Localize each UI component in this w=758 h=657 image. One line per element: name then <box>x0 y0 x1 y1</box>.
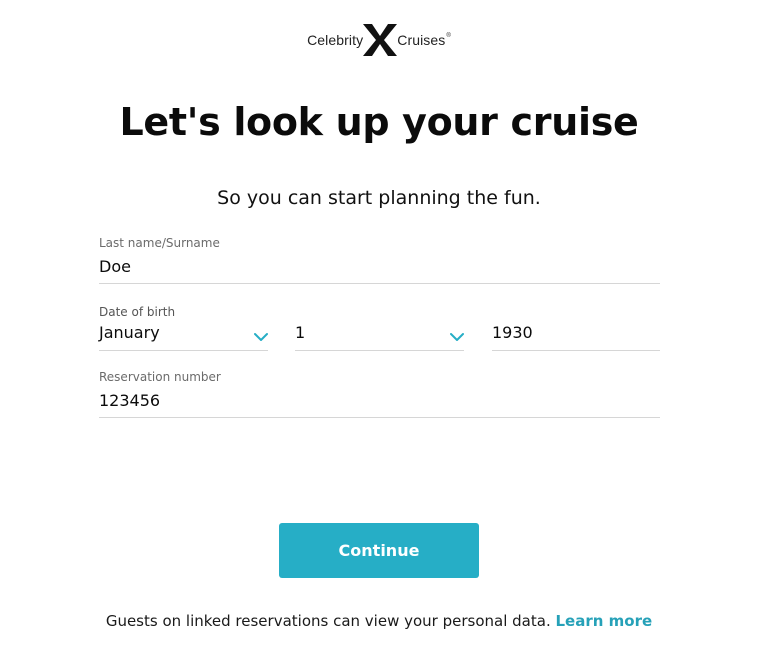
dob-day-underline <box>295 350 464 351</box>
reservation-number-underline <box>99 417 660 418</box>
reservation-number-input[interactable] <box>99 390 659 412</box>
last-name-label: Last name/Surname <box>99 236 220 250</box>
logo-x-icon <box>363 24 398 56</box>
last-name-input[interactable] <box>99 256 659 278</box>
brand-logo[interactable]: Celebrity Cruises ® <box>0 22 758 58</box>
dob-year-underline <box>492 350 660 351</box>
dob-day-value: 1 <box>295 323 306 342</box>
last-name-underline <box>99 283 660 284</box>
dob-month-underline <box>99 350 268 351</box>
dob-year-input[interactable] <box>492 322 660 344</box>
chevron-down-icon <box>450 333 464 341</box>
logo-text-left: Celebrity <box>307 32 364 48</box>
logo-lockup: Celebrity Cruises ® <box>307 23 451 57</box>
privacy-note: Guests on linked reservations can view y… <box>0 612 758 630</box>
dob-day-select[interactable]: 1 <box>295 321 464 351</box>
page-title: Let's look up your cruise <box>119 100 639 144</box>
dob-label: Date of birth <box>99 305 176 319</box>
page-subtitle: So you can start planning the fun. <box>217 187 541 209</box>
logo-text-right: Cruises <box>397 32 446 48</box>
learn-more-link[interactable]: Learn more <box>556 612 653 630</box>
dob-month-select[interactable]: January <box>99 321 268 351</box>
continue-button[interactable]: Continue <box>279 523 479 578</box>
reservation-number-label: Reservation number <box>99 370 221 384</box>
privacy-note-text: Guests on linked reservations can view y… <box>105 612 551 630</box>
dob-month-value: January <box>99 323 160 342</box>
logo-registered-mark: ® <box>446 33 451 39</box>
chevron-down-icon <box>254 333 268 341</box>
lookup-page: Celebrity Cruises ® Let's look up your c… <box>0 0 758 657</box>
